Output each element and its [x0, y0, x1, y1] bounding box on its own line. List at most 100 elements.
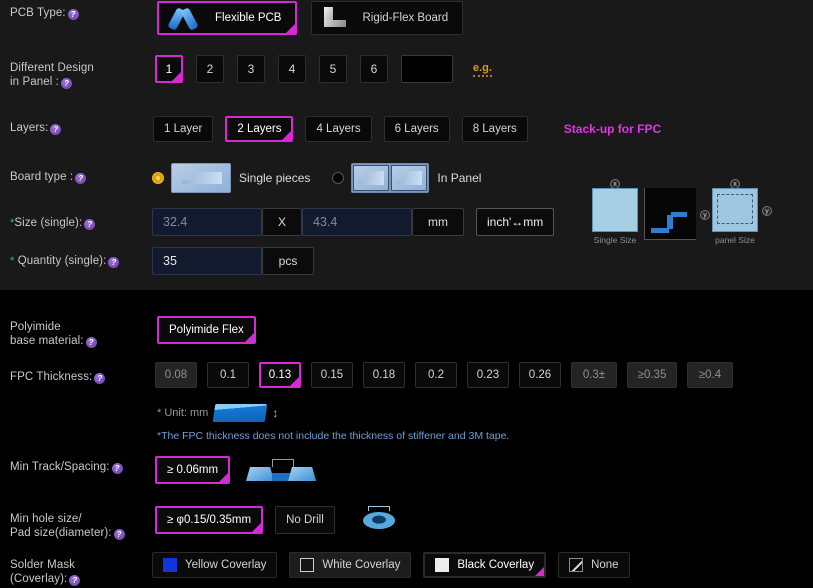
thickness-0-3-plus[interactable]: 0.3±: [571, 362, 617, 388]
min-hole-label: Min hole size/ Pad size(diameter):?: [10, 512, 125, 540]
row-size: *Size (single):?: [10, 216, 96, 230]
board-type-label: Board type :?: [10, 170, 87, 184]
stackup-link[interactable]: Stack-up for FPC: [564, 122, 661, 136]
rigid-flex-icon: [318, 5, 352, 31]
layers-option-8[interactable]: 8 Layers: [461, 116, 528, 142]
solder-mask-label: Solder Mask (Coverlay):?: [10, 558, 81, 586]
option-polyimide-flex[interactable]: Polyimide Flex: [157, 316, 256, 344]
quantity-label: * Quantity (single):?: [10, 254, 120, 268]
different-design-label: Different Design in Panel :?: [10, 62, 94, 89]
thickness-0-13[interactable]: 0.13: [259, 362, 301, 388]
y-marker: y: [700, 210, 710, 220]
thickness-gte-0-4[interactable]: ≥0.4: [687, 362, 733, 388]
design-count-4[interactable]: 4: [278, 55, 306, 83]
solder-mask-options: Yellow Coverlay White Coverlay Black Cov…: [152, 552, 630, 578]
thickness-0-26[interactable]: 0.26: [519, 362, 561, 388]
size-reference-diagrams: x Single Size y x y panel Size: [592, 179, 772, 245]
help-icon[interactable]: ?: [85, 337, 97, 348]
help-icon[interactable]: ?: [50, 124, 62, 135]
in-panel-label: In Panel: [437, 171, 482, 185]
layers-options: 1 Layer 2 Layers 4 Layers 6 Layers 8 Lay…: [153, 116, 661, 142]
design-count-5[interactable]: 5: [319, 55, 347, 83]
option-yellow-coverlay[interactable]: Yellow Coverlay: [152, 552, 278, 578]
row-fpc-thickness: FPC Thickness:?: [10, 370, 106, 384]
help-icon[interactable]: ?: [84, 219, 96, 230]
help-icon[interactable]: ?: [60, 78, 72, 89]
thickness-0-1[interactable]: 0.1: [207, 362, 249, 388]
design-count-custom-input[interactable]: [401, 55, 453, 83]
row-different-design: Different Design in Panel :?: [10, 61, 94, 89]
option-flexible-pcb[interactable]: Flexible PCB: [157, 1, 298, 35]
radio-in-panel[interactable]: [332, 172, 345, 184]
row-polyimide: Polyimide base material:?: [10, 320, 97, 348]
help-icon[interactable]: ?: [69, 575, 81, 586]
quantity-unit: pcs: [262, 247, 314, 275]
option-no-drill[interactable]: No Drill: [275, 506, 335, 534]
thickness-slab-icon: [213, 404, 268, 422]
single-size-board: [592, 188, 638, 232]
thickness-0-08[interactable]: 0.08: [155, 362, 197, 388]
white-swatch-icon: [300, 558, 315, 572]
option-black-coverlay[interactable]: Black Coverlay: [423, 552, 547, 578]
row-quantity: * Quantity (single):?: [10, 254, 120, 268]
option-min-hole-size[interactable]: ≥ φ0.15/0.35mm: [155, 506, 264, 534]
size-separator: X: [262, 208, 302, 236]
quantity-inputs: 35 pcs: [152, 247, 314, 275]
thickness-gte-0-35[interactable]: ≥0.35: [627, 362, 677, 388]
eg-link[interactable]: e.g.: [473, 62, 492, 77]
help-icon[interactable]: ?: [67, 9, 79, 20]
help-icon[interactable]: ?: [94, 373, 106, 384]
layers-option-6[interactable]: 6 Layers: [383, 116, 450, 142]
panel-size-board: [712, 188, 758, 232]
option-min-track-006[interactable]: ≥ 0.06mm: [155, 456, 231, 484]
pad-hole-icon: [359, 505, 399, 535]
thickness-0-15[interactable]: 0.15: [311, 362, 353, 388]
design-count-6[interactable]: 6: [360, 55, 388, 83]
y-marker: y: [762, 206, 772, 216]
panel-size-diagram: x y panel Size: [712, 179, 772, 245]
fpc-thickness-label: FPC Thickness:?: [10, 370, 106, 384]
option-rigid-flex-board[interactable]: Rigid-Flex Board: [311, 1, 464, 35]
option-label: Rigid-Flex Board: [362, 12, 449, 24]
track-spacing-icon: [242, 455, 342, 485]
polyimide-label: Polyimide base material:?: [10, 320, 97, 348]
help-icon[interactable]: ?: [111, 463, 123, 474]
layers-option-2[interactable]: 2 Layers: [225, 116, 294, 142]
row-board-type: Board type :?: [10, 170, 87, 184]
single-pieces-label: Single pieces: [239, 171, 311, 185]
design-count-2[interactable]: 2: [196, 55, 224, 83]
size-length-input[interactable]: 32.4: [152, 208, 262, 236]
unit-convert-button[interactable]: inch'↔mm: [476, 208, 555, 236]
thickness-0-18[interactable]: 0.18: [363, 362, 405, 388]
row-layers: Layers:?: [10, 121, 62, 135]
thickness-0-23[interactable]: 0.23: [467, 362, 509, 388]
size-width-input[interactable]: 43.4: [302, 208, 412, 236]
layers-option-4[interactable]: 4 Layers: [305, 116, 372, 142]
thickness-unit-note: * Unit: mm ↕: [157, 404, 279, 422]
quantity-input[interactable]: 35: [152, 247, 262, 275]
in-panel-thumbnail: [351, 163, 430, 193]
design-count-1[interactable]: 1: [155, 55, 183, 83]
help-icon[interactable]: ?: [75, 173, 87, 184]
layers-option-1[interactable]: 1 Layer: [153, 116, 214, 142]
option-white-coverlay[interactable]: White Coverlay: [289, 552, 412, 578]
option-none-coverlay[interactable]: None: [558, 552, 630, 578]
section-board-specs: [0, 0, 813, 290]
x-marker: x: [730, 179, 740, 189]
min-hole-options: ≥ φ0.15/0.35mm No Drill: [155, 505, 399, 535]
design-count-3[interactable]: 3: [237, 55, 265, 83]
thickness-warning-note: *The FPC thickness does not include the …: [157, 430, 510, 442]
flexible-pcb-icon: [165, 5, 205, 31]
size-label: *Size (single):?: [10, 216, 96, 230]
different-design-options: 1 2 3 4 5 6 e.g.: [155, 55, 492, 83]
row-min-track: Min Track/Spacing:?: [10, 460, 123, 474]
thickness-dimension-icon: ↕: [272, 406, 279, 420]
yellow-swatch-icon: [163, 558, 177, 572]
fpc-thickness-options: 0.08 0.1 0.13 0.15 0.18 0.2 0.23 0.26 0.…: [155, 362, 733, 388]
single-size-caption: Single Size: [593, 235, 637, 245]
thickness-0-2[interactable]: 0.2: [415, 362, 457, 388]
radio-single-pieces[interactable]: [152, 172, 164, 184]
help-icon[interactable]: ?: [113, 529, 125, 540]
help-icon[interactable]: ?: [108, 257, 120, 268]
row-min-hole: Min hole size/ Pad size(diameter):?: [10, 512, 125, 540]
